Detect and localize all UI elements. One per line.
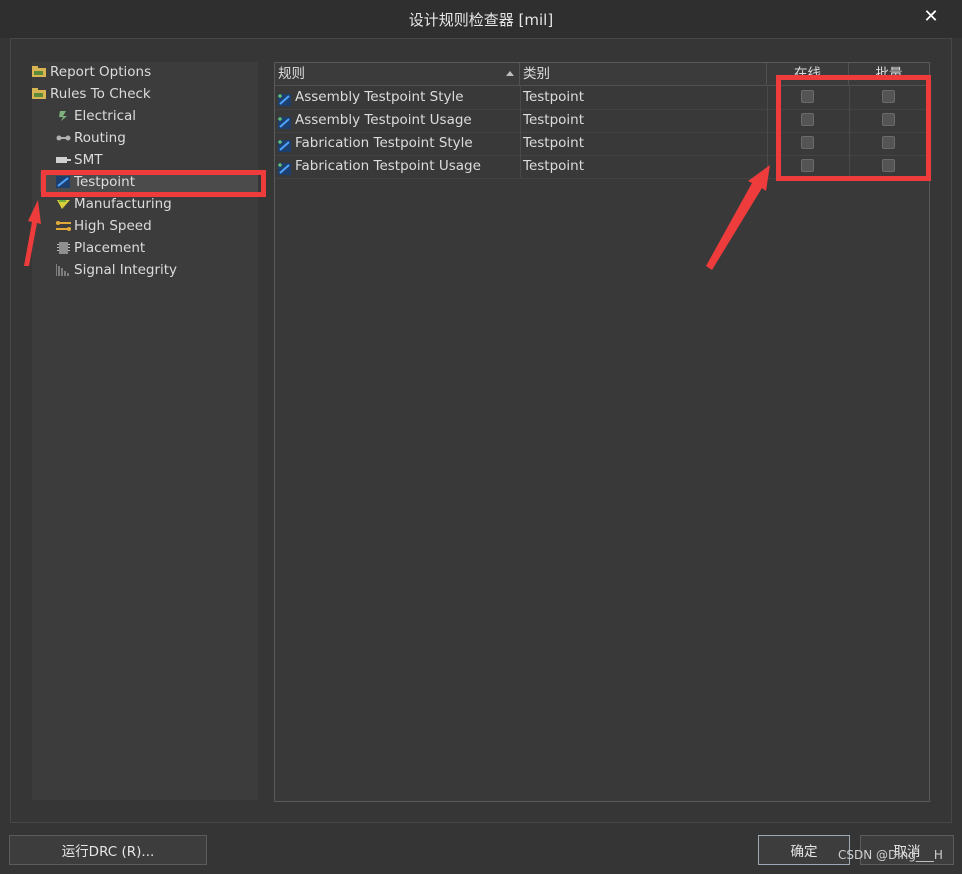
tree-item-label: Rules To Check bbox=[50, 86, 151, 102]
rule-cell: Assembly Testpoint Style bbox=[278, 86, 464, 109]
smt-icon bbox=[56, 154, 71, 166]
sort-ascending-icon bbox=[506, 71, 514, 76]
tree-item-electrical[interactable]: Electrical bbox=[56, 106, 258, 126]
online-checkbox[interactable] bbox=[801, 90, 814, 103]
run-drc-button[interactable]: 运行DRC (R)... bbox=[9, 835, 207, 865]
table-row[interactable]: Assembly Testpoint Usage Testpoint bbox=[275, 109, 929, 133]
tree-item-rules-to-check[interactable]: Rules To Check bbox=[32, 84, 258, 104]
high-speed-icon bbox=[56, 220, 71, 232]
rule-cell: Assembly Testpoint Usage bbox=[278, 109, 472, 132]
column-divider bbox=[849, 85, 850, 177]
batch-checkbox[interactable] bbox=[882, 90, 895, 103]
rule-cell: Fabrication Testpoint Usage bbox=[278, 155, 481, 178]
category-cell: Testpoint bbox=[523, 158, 585, 174]
title-bar: 设计规则检查器 [mil] ✕ bbox=[0, 0, 962, 38]
testpoint-icon bbox=[56, 176, 71, 188]
tree-item-routing[interactable]: Routing bbox=[56, 128, 258, 148]
tree-item-label: Routing bbox=[74, 130, 126, 146]
column-divider bbox=[520, 85, 521, 177]
testpoint-rule-icon bbox=[278, 160, 292, 175]
testpoint-rule-icon bbox=[278, 91, 292, 106]
watermark: CSDN @Ding___H bbox=[838, 848, 943, 862]
tree-item-label: Electrical bbox=[74, 108, 137, 124]
tree-item-label: Report Options bbox=[50, 64, 152, 80]
rules-tree-panel: Report Options Rules To Check Electrical… bbox=[32, 62, 258, 800]
rules-table: 规则 类别 在线 批量 Assembly Testpoint Style Tes… bbox=[274, 62, 930, 802]
category-cell: Testpoint bbox=[523, 89, 585, 105]
tree-item-label: Signal Integrity bbox=[74, 262, 178, 278]
column-header-category[interactable]: 类别 bbox=[520, 63, 767, 85]
signal-integrity-icon bbox=[55, 264, 71, 276]
window-title: 设计规则检查器 [mil] bbox=[408, 11, 554, 29]
tree-item-manufacturing[interactable]: Manufacturing bbox=[56, 194, 258, 214]
category-cell: Testpoint bbox=[523, 112, 585, 128]
tree-item-label: SMT bbox=[74, 152, 103, 168]
tree-item-high-speed[interactable]: High Speed bbox=[56, 216, 258, 236]
column-header-batch[interactable]: 批量 bbox=[849, 63, 929, 85]
online-checkbox[interactable] bbox=[801, 136, 814, 149]
manufacturing-icon bbox=[56, 198, 71, 210]
batch-checkbox[interactable] bbox=[882, 136, 895, 149]
batch-checkbox[interactable] bbox=[882, 159, 895, 172]
close-icon[interactable]: ✕ bbox=[920, 6, 942, 28]
table-row[interactable]: Assembly Testpoint Style Testpoint bbox=[275, 86, 929, 110]
ok-button[interactable]: 确定 bbox=[758, 835, 850, 865]
column-header-online[interactable]: 在线 bbox=[767, 63, 849, 85]
table-row[interactable]: Fabrication Testpoint Usage Testpoint bbox=[275, 155, 929, 179]
online-checkbox[interactable] bbox=[801, 159, 814, 172]
tree-item-testpoint[interactable]: Testpoint bbox=[40, 172, 258, 192]
folder-icon bbox=[32, 66, 47, 78]
table-row[interactable]: Fabrication Testpoint Style Testpoint bbox=[275, 132, 929, 156]
column-divider bbox=[767, 85, 768, 177]
tree-item-label: High Speed bbox=[74, 218, 152, 234]
tree-item-signal-integrity[interactable]: Signal Integrity bbox=[55, 260, 258, 280]
drc-dialog: 设计规则检查器 [mil] ✕ Report Options Rules To … bbox=[0, 0, 962, 874]
placement-icon bbox=[56, 242, 71, 254]
electrical-icon bbox=[56, 110, 71, 122]
tree-item-placement[interactable]: Placement bbox=[56, 238, 258, 258]
folder-icon bbox=[32, 88, 47, 100]
tree-item-label: Manufacturing bbox=[74, 196, 172, 212]
testpoint-rule-icon bbox=[278, 137, 292, 152]
tree-item-smt[interactable]: SMT bbox=[56, 150, 258, 170]
testpoint-rule-icon bbox=[278, 114, 292, 129]
category-cell: Testpoint bbox=[523, 135, 585, 151]
batch-checkbox[interactable] bbox=[882, 113, 895, 126]
routing-icon bbox=[56, 132, 71, 144]
tree-item-label: Placement bbox=[74, 240, 146, 256]
online-checkbox[interactable] bbox=[801, 113, 814, 126]
tree-item-label: Testpoint bbox=[74, 174, 136, 190]
rule-cell: Fabrication Testpoint Style bbox=[278, 132, 473, 155]
column-header-rule[interactable]: 规则 bbox=[275, 63, 520, 85]
tree-item-report-options[interactable]: Report Options bbox=[32, 62, 258, 82]
table-header: 规则 类别 在线 批量 bbox=[275, 63, 929, 86]
